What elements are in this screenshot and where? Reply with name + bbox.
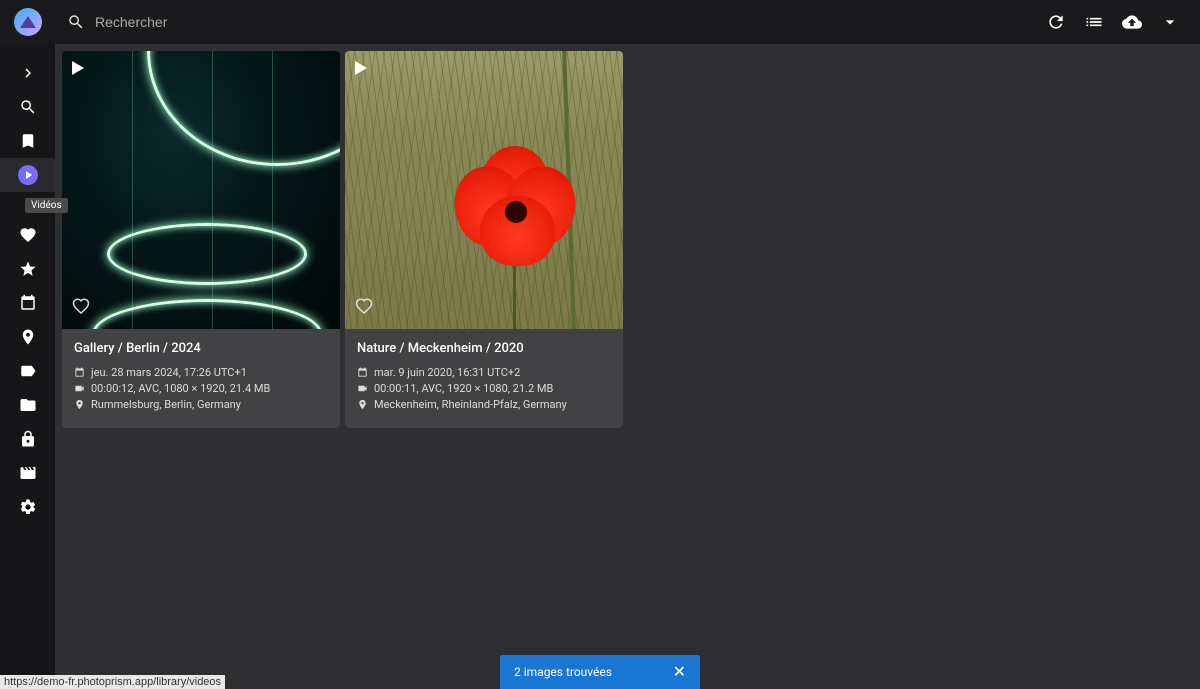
nav-expand[interactable] bbox=[0, 56, 55, 90]
snackbar-message: 2 images trouvées bbox=[514, 665, 612, 679]
nav-library[interactable] bbox=[0, 456, 55, 490]
nav-videos[interactable] bbox=[0, 158, 55, 192]
card-title[interactable]: Nature / Meckenheim / 2020 bbox=[357, 341, 611, 356]
cloud-upload-icon[interactable] bbox=[1122, 12, 1142, 32]
calendar-icon bbox=[74, 367, 85, 378]
status-bar-url: https://demo-fr.photoprism.app/library/v… bbox=[0, 675, 225, 689]
snackbar: 2 images trouvées ✕ bbox=[500, 655, 700, 689]
play-icon bbox=[72, 61, 84, 75]
card-date: jeu. 28 mars 2024, 17:26 UTC+1 bbox=[91, 366, 247, 379]
video-card[interactable]: Nature / Meckenheim / 2020 mar. 9 juin 2… bbox=[345, 51, 623, 428]
nav-calendar[interactable] bbox=[0, 286, 55, 320]
card-video-meta: 00:00:11, AVC, 1920 × 1080, 21.2 MB bbox=[374, 382, 553, 395]
card-info: Gallery / Berlin / 2024 jeu. 28 mars 202… bbox=[62, 329, 340, 428]
app-logo[interactable] bbox=[0, 0, 55, 44]
search-icon bbox=[67, 13, 85, 31]
video-thumbnail[interactable] bbox=[345, 51, 623, 329]
card-title[interactable]: Gallery / Berlin / 2024 bbox=[74, 341, 328, 356]
video-icon bbox=[357, 383, 368, 394]
calendar-icon bbox=[357, 367, 368, 378]
card-video-meta: 00:00:12, AVC, 1080 × 1920, 21.4 MB bbox=[91, 382, 270, 395]
snackbar-close[interactable]: ✕ bbox=[673, 664, 686, 680]
sidebar bbox=[0, 44, 55, 689]
nav-moments[interactable] bbox=[0, 252, 55, 286]
favorite-toggle[interactable] bbox=[72, 297, 90, 319]
search-bar bbox=[55, 13, 1046, 31]
content-grid: Gallery / Berlin / 2024 jeu. 28 mars 202… bbox=[55, 44, 1200, 689]
favorite-toggle[interactable] bbox=[355, 297, 373, 319]
header-actions bbox=[1046, 12, 1190, 32]
nav-labels[interactable] bbox=[0, 354, 55, 388]
video-thumbnail[interactable] bbox=[62, 51, 340, 329]
nav-tooltip: Vidéos bbox=[25, 198, 68, 213]
video-card[interactable]: Gallery / Berlin / 2024 jeu. 28 mars 202… bbox=[62, 51, 340, 428]
play-icon bbox=[355, 61, 367, 75]
location-icon bbox=[74, 399, 85, 410]
nav-places[interactable] bbox=[0, 320, 55, 354]
card-location: Meckenheim, Rheinland-Pfalz, Germany bbox=[374, 398, 567, 411]
view-list-icon[interactable] bbox=[1084, 12, 1104, 32]
play-circle-icon bbox=[18, 165, 38, 185]
nav-folders[interactable] bbox=[0, 388, 55, 422]
location-icon bbox=[357, 399, 368, 410]
card-date: mar. 9 juin 2020, 16:31 UTC+2 bbox=[374, 366, 520, 379]
chevron-down-icon[interactable] bbox=[1160, 12, 1180, 32]
card-info: Nature / Meckenheim / 2020 mar. 9 juin 2… bbox=[345, 329, 623, 428]
nav-albums[interactable] bbox=[0, 124, 55, 158]
nav-favorites[interactable] bbox=[0, 218, 55, 252]
search-input[interactable] bbox=[95, 14, 1046, 30]
video-icon bbox=[74, 383, 85, 394]
nav-settings[interactable] bbox=[0, 490, 55, 524]
nav-private[interactable] bbox=[0, 422, 55, 456]
refresh-icon[interactable] bbox=[1046, 12, 1066, 32]
card-location: Rummelsburg, Berlin, Germany bbox=[91, 398, 241, 411]
nav-search[interactable] bbox=[0, 90, 55, 124]
app-header bbox=[0, 0, 1200, 44]
